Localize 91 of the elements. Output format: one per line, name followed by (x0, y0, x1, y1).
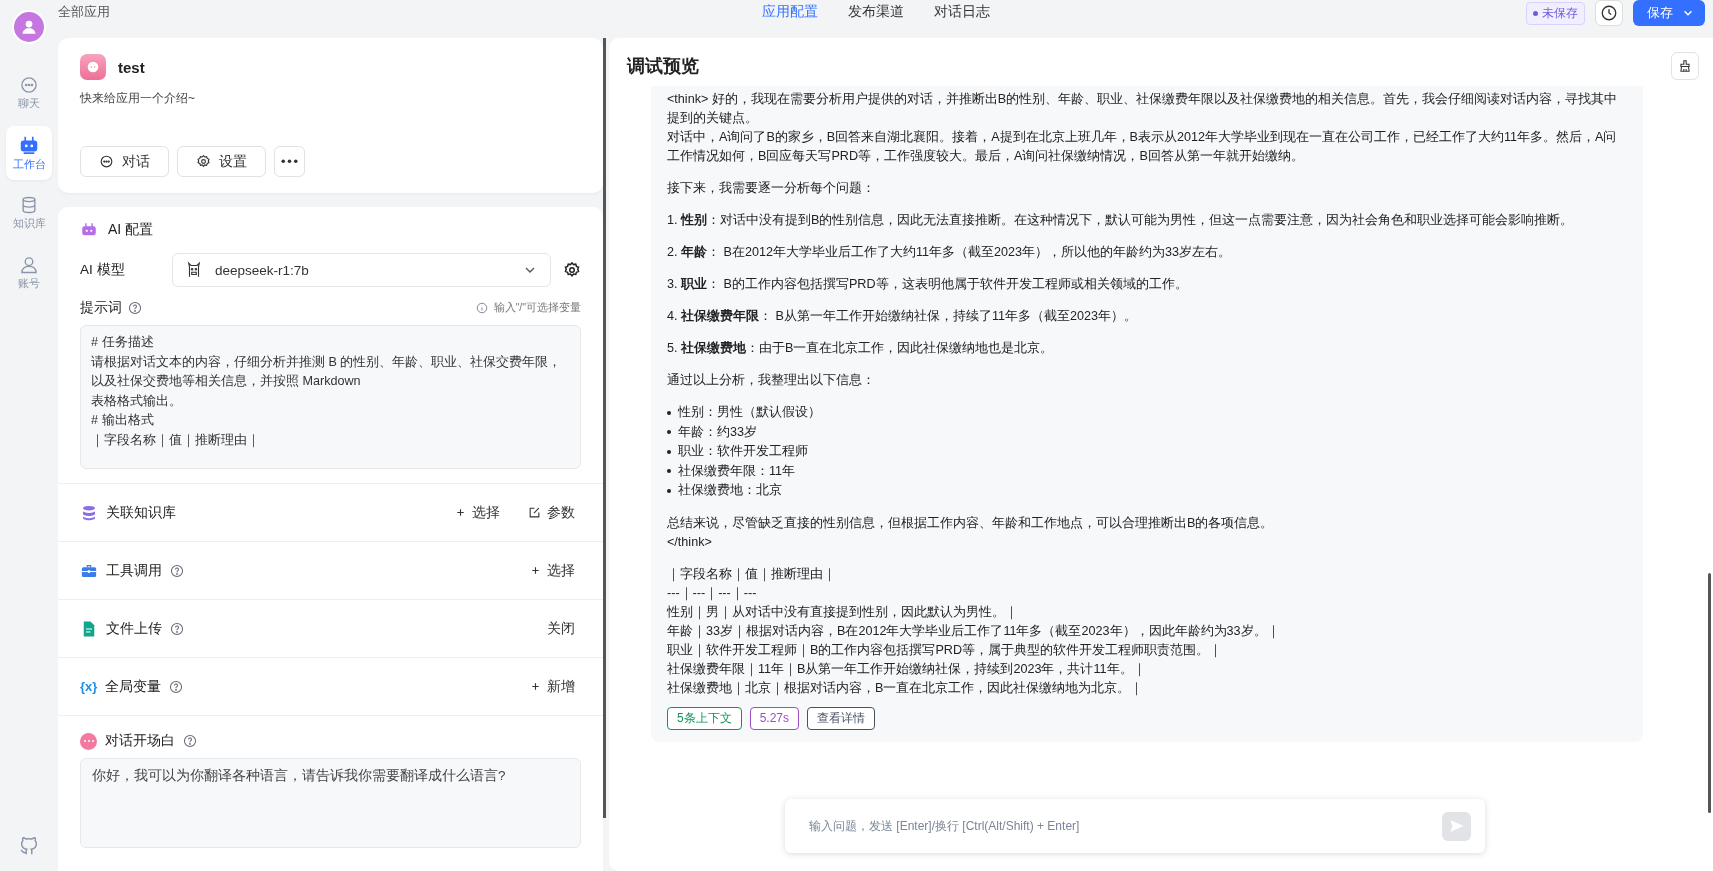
message-tag: 5条上下文 (667, 706, 742, 730)
message-text: 接下来，我需要逐一分析每个问题： (667, 180, 876, 197)
list-item: 社保缴费年限：11年 (678, 462, 796, 480)
database-icon (80, 503, 98, 522)
list-item: 社保缴费地：北京 (678, 482, 782, 499)
message-text: <think> 好的，我现在需要分析用户提供的对话，并推断出B的性别、年龄、职业、社保缴费年限以及社保缴费地的相关信息。首先，我会仔细阅读对话内容，寻找其中提到的关键点。 (667, 91, 1619, 127)
tab[interactable]: 应用配置 (762, 3, 818, 21)
opening-textarea[interactable]: 你好，我可以为你翻译各种语言，请告诉我你需要翻译成什么语言? (80, 758, 581, 848)
message-text: 3. 职业： B的工作内容包括撰写PRD等，这表明他属于软件开发工程师或相关领域的工作。 (667, 276, 1189, 293)
message-text: 年龄｜33岁｜根据对话内容，B在2012年大学毕业后工作了11年多（截至2023年），因此年龄约为33岁。｜ (667, 622, 1281, 641)
params-button[interactable]: 参数 (528, 503, 575, 522)
settings-icon[interactable] (563, 261, 581, 279)
help-icon[interactable] (128, 301, 142, 315)
clock-icon (1600, 4, 1618, 22)
help-icon[interactable] (170, 563, 184, 578)
toggle-link[interactable]: 关闭 (547, 619, 575, 638)
add-button[interactable]: 选择 (455, 503, 500, 522)
app-logo-icon (80, 54, 106, 80)
nav-item[interactable]: 工作台 (6, 126, 52, 180)
bullet-icon (667, 449, 671, 454)
section-title: 关联知识库 (106, 503, 176, 522)
section-title: AI 配置 (108, 221, 154, 239)
history-button[interactable] (1595, 0, 1623, 26)
bullet-icon (667, 430, 671, 435)
plus-icon (530, 681, 541, 692)
user-icon (19, 255, 39, 275)
chat-icon (99, 154, 114, 169)
tab[interactable]: 对话日志 (934, 3, 990, 21)
llama-icon (185, 261, 203, 279)
breadcrumb-link[interactable]: 全部应用 (58, 3, 110, 21)
unsaved-badge: 未保存 (1526, 1, 1585, 25)
chat-icon (19, 75, 39, 95)
plus-icon (455, 507, 466, 518)
model-select[interactable]: deepseek-r1:7b (172, 253, 551, 287)
bullet-icon (667, 469, 671, 474)
list-item: 职业：软件开发工程师 (678, 443, 808, 460)
message-text: 2. 年龄： B在2012年大学毕业后工作了大约11年多（截至2023年），所以他的年龄约为33岁左右。 (667, 244, 1233, 261)
bullet-icon (667, 488, 671, 493)
message-text: 性别｜男｜从对话中没有直接提到性别，因此默认为男性。｜ (667, 603, 1019, 622)
message-text: 职业｜软件开发工程师｜B的工作内容包括撰写PRD等，属于典型的软件开发工程师职责范围。｜ (667, 641, 1223, 660)
message-text: 4. 社保缴费年限： B从第一年工作开始缴纳社保，持续了11年多（截至2023年）。 (667, 308, 1138, 325)
save-button[interactable]: 保存 (1633, 0, 1705, 26)
settings-button[interactable]: 设置 (177, 146, 266, 177)
list-item: 性别：男性（默认假设） (678, 404, 821, 421)
prompt-textarea[interactable]: # 任务描述 请根据对话文本的内容，仔细分析并推测 B 的性别、年龄、职业、社保交费年限，以及社保交费地等相关信息，并按照 Markdown 表格格式输出。 # 输出格式 ｜字段名称｜值｜推断理由｜ (80, 325, 581, 469)
message-text: 1. 性别：对话中没有提到B的性别信息，因此无法直接推断。在这种情况下，默认可能为男性，但这一点需要注意，因为社会角色和职业选择可能会影响推断。 (667, 212, 1575, 229)
message-text: ｜字段名称｜值｜推断理由｜ (667, 565, 837, 584)
variable-icon: {x} (80, 679, 98, 694)
message-text: 5. 社保缴费地：由于B一直在北京工作，因此社保缴纳地也是北京。 (667, 340, 1055, 357)
message-text: 对话中，A询问了B的家乡，B回答来自湖北襄阳。接着，A提到在北京上班几年，B表示从2012年大学毕业到现在一直在公司工作，已经工作了大约11年多。然后，A问工作情况如何，B回应每天写PRD等，工作强度较大。最后，A询问社保缴纳情况，B回答从第一年就开始缴纳。 (667, 129, 1618, 165)
github-icon[interactable] (18, 835, 40, 857)
settings-icon (196, 154, 211, 169)
message-tag[interactable]: 查看详情 (807, 706, 876, 730)
app-name: test (118, 58, 145, 76)
more-icon (281, 159, 298, 164)
info-icon (475, 302, 488, 314)
bullet-icon (667, 410, 671, 415)
model-label: AI 模型 (80, 261, 126, 279)
prompt-hint: 输入"/"可选择变量 (493, 301, 581, 315)
message-text: 总结来说，尽管缺乏直接的性别信息，但根据工作内容、年龄和工作地点，可以合理推断出B的各项信息。 (667, 514, 1275, 532)
section-title: 对话开场白 (105, 732, 175, 750)
edit-icon (528, 506, 541, 519)
message-text: ---｜---｜---｜--- (667, 584, 758, 603)
user-avatar[interactable] (12, 10, 46, 44)
chat-input[interactable]: 输入问题，发送 [Enter]/换行 [Ctrl(Alt/Shift) + Enter] (807, 818, 1442, 834)
tab[interactable]: 发布渠道 (848, 3, 904, 21)
more-button[interactable] (274, 146, 305, 177)
chat-button[interactable]: 对话 (80, 146, 169, 177)
message-text: 社保缴费地｜北京｜根据对话内容，B一直在北京工作，因此社保缴纳地为北京。｜ (667, 679, 1145, 698)
app-intro: 快来给应用一个介绍~ (80, 90, 196, 107)
add-button[interactable]: 新增 (530, 677, 575, 696)
help-icon[interactable] (169, 679, 184, 694)
chat-bubble-icon (80, 732, 97, 750)
help-icon[interactable] (183, 734, 197, 748)
send-icon (1447, 817, 1466, 835)
list-item: 年龄：约33岁 (678, 423, 757, 441)
add-button[interactable]: 选择 (530, 561, 575, 580)
panel-title: 调试预览 (627, 55, 700, 78)
section-title: 文件上传 (106, 619, 162, 638)
section-title: 全局变量 (105, 677, 162, 696)
message-tag: 5.27s (749, 706, 800, 730)
broom-icon (1678, 59, 1692, 73)
message-text: 通过以上分析，我整理出以下信息： (667, 372, 876, 389)
message-text: </think> (667, 533, 713, 551)
plus-icon (530, 565, 541, 576)
clear-button[interactable] (1671, 52, 1699, 80)
message-text: 社保缴费年限｜11年｜B从第一年工作开始缴纳社保，持续到2023年，共计11年。｜ (667, 660, 1147, 679)
prompt-label: 提示词 (80, 299, 122, 317)
robot-icon (18, 134, 40, 156)
section-title: 工具调用 (106, 561, 162, 580)
help-icon[interactable] (170, 621, 184, 636)
